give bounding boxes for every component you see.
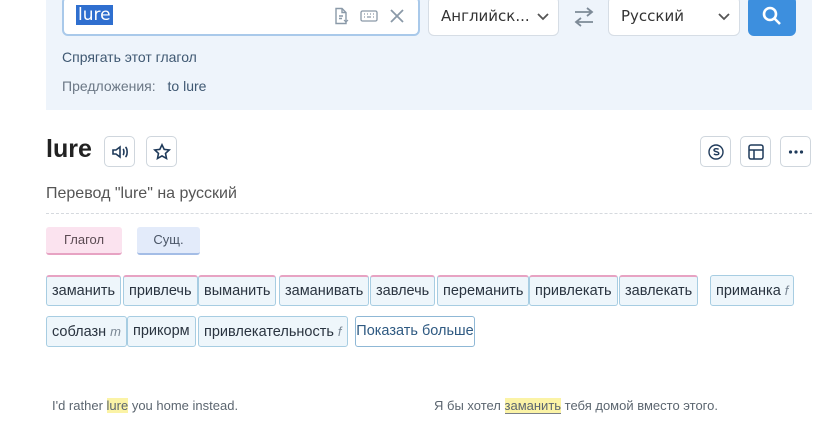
skype-icon bbox=[708, 144, 724, 160]
translation-chip[interactable]: переманить bbox=[437, 275, 530, 306]
pos-filter-verb[interactable]: Глагол bbox=[46, 227, 122, 255]
translation-subtitle: Перевод "lure" на русский bbox=[46, 185, 237, 202]
translation-text: привлечь bbox=[129, 283, 192, 299]
chevron-down-icon bbox=[718, 13, 730, 21]
skype-button[interactable] bbox=[700, 136, 731, 167]
gender-label: f bbox=[337, 324, 342, 339]
search-button[interactable] bbox=[748, 0, 796, 36]
translation-chip[interactable]: завлекать bbox=[619, 275, 699, 306]
example-target-after: тебя домой вместо этого. bbox=[561, 398, 718, 413]
ellipsis-icon bbox=[788, 150, 804, 154]
translation-text: заманивать bbox=[285, 283, 364, 299]
suggestions: Предложения: to lure bbox=[62, 78, 206, 94]
example-target[interactable]: Я бы хотел заманить тебя домой вместо эт… bbox=[434, 398, 718, 414]
translation-chip[interactable]: заманивать bbox=[279, 275, 370, 306]
search-panel: lure Английск... Русский Спрягать этот г… bbox=[46, 0, 812, 110]
pos-filter-noun[interactable]: Сущ. bbox=[137, 227, 200, 255]
translation-chip[interactable]: привлекать bbox=[529, 275, 618, 306]
translation-text: завлечь bbox=[376, 283, 430, 299]
search-icon bbox=[762, 6, 781, 25]
translation-text: переманить bbox=[443, 283, 524, 299]
example-source-before: I'd rather bbox=[52, 398, 107, 413]
pronounce-button[interactable] bbox=[104, 136, 135, 167]
table-icon bbox=[748, 144, 764, 160]
translation-text: заманить bbox=[52, 283, 116, 299]
gender-label: f bbox=[784, 283, 789, 298]
source-language-label: Английск... bbox=[441, 7, 530, 25]
translation-chip[interactable]: заманить bbox=[46, 275, 122, 306]
translation-text: прикорм bbox=[133, 323, 190, 339]
suggestion-link[interactable]: to lure bbox=[168, 78, 207, 94]
translation-text: привлекать bbox=[535, 283, 612, 299]
translation-chip[interactable]: соблазн m bbox=[46, 316, 127, 347]
translation-chip[interactable]: приманка f bbox=[710, 275, 795, 306]
target-language-label: Русский bbox=[621, 7, 684, 25]
chevron-down-icon bbox=[537, 13, 549, 21]
translation-chip[interactable]: завлечь bbox=[370, 275, 436, 306]
entry-word: lure bbox=[46, 135, 92, 163]
example-source-highlight: lure bbox=[106, 398, 129, 413]
translation-text: привлекательность bbox=[204, 324, 334, 340]
favorite-button[interactable] bbox=[146, 136, 177, 167]
translation-chip[interactable]: выманить bbox=[198, 275, 277, 306]
conjugate-link[interactable]: Спрягать этот глагол bbox=[62, 49, 197, 65]
keyboard-icon[interactable] bbox=[360, 7, 380, 27]
translation-text: выманить bbox=[204, 283, 271, 299]
table-view-button[interactable] bbox=[740, 136, 771, 167]
suggestions-label: Предложения: bbox=[62, 78, 156, 94]
translation-text: приманка bbox=[716, 283, 781, 299]
translation-text: завлекать bbox=[625, 283, 693, 299]
source-language-select[interactable]: Английск... bbox=[428, 0, 559, 36]
gender-label: m bbox=[110, 324, 121, 339]
example-source[interactable]: I'd rather lure you home instead. bbox=[52, 398, 238, 413]
target-language-select[interactable]: Русский bbox=[608, 0, 740, 36]
divider bbox=[46, 213, 812, 214]
translation-text: соблазн bbox=[52, 324, 107, 340]
search-input[interactable]: lure bbox=[62, 0, 420, 36]
translation-chip[interactable]: прикорм bbox=[127, 316, 196, 347]
clear-icon[interactable] bbox=[388, 7, 408, 27]
example-target-before: Я бы хотел bbox=[434, 398, 505, 413]
swap-languages-icon[interactable] bbox=[572, 6, 596, 28]
star-icon bbox=[153, 143, 171, 160]
more-options-button[interactable] bbox=[780, 136, 811, 167]
translation-chip[interactable]: привлечь bbox=[123, 275, 198, 306]
example-target-highlight: заманить bbox=[504, 398, 562, 414]
show-more-button[interactable]: Показать больше bbox=[355, 316, 475, 347]
search-query-text[interactable]: lure bbox=[76, 5, 113, 25]
document-upload-icon[interactable] bbox=[332, 7, 352, 27]
translation-chip[interactable]: привлекательность f bbox=[198, 316, 348, 347]
speaker-icon bbox=[112, 145, 128, 159]
example-source-after: you home instead. bbox=[128, 398, 239, 413]
